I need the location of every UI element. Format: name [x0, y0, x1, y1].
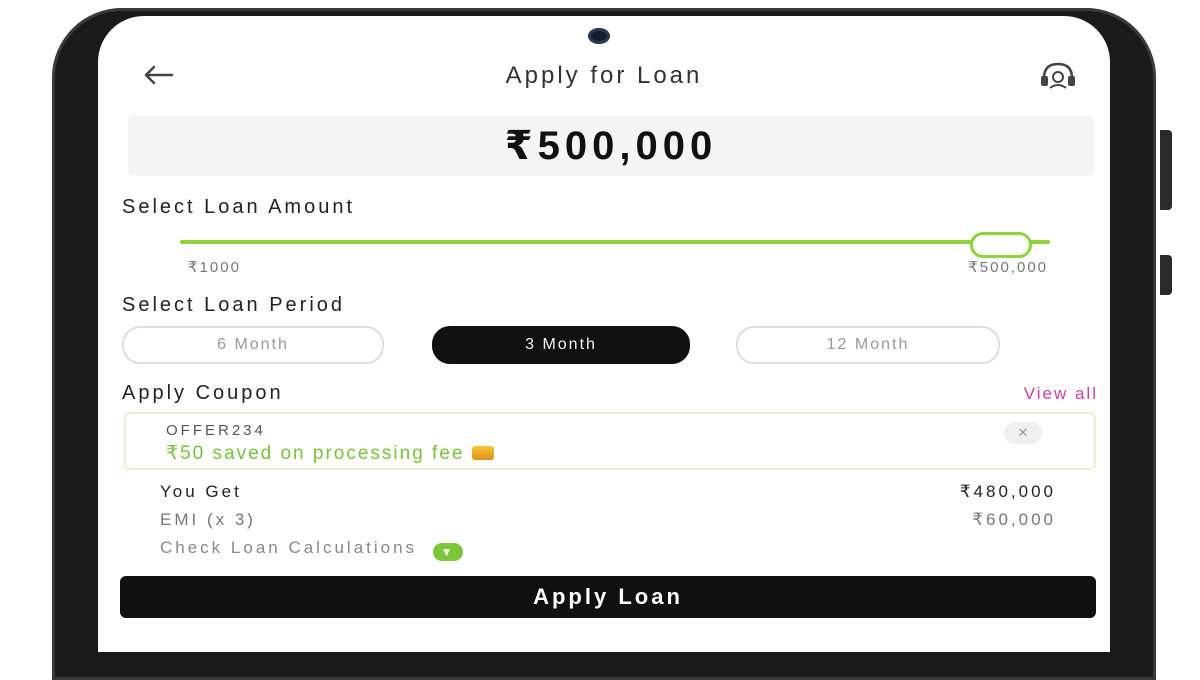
loan-amount-slider-thumb[interactable]	[970, 232, 1032, 258]
coupon-savings-message: ₹50 saved on processing fee	[166, 442, 495, 465]
remove-coupon-button[interactable]: ✕	[1004, 422, 1042, 444]
phone-side-button	[1160, 255, 1172, 295]
emi-value: ₹60,000	[972, 510, 1056, 529]
phone-side-button	[1160, 130, 1172, 210]
period-option-3-month[interactable]: 3 Month	[432, 326, 690, 364]
apply-coupon-label: Apply Coupon	[122, 382, 284, 404]
slider-max-label: ₹500,000	[968, 259, 1048, 276]
apply-loan-button[interactable]: Apply Loan	[120, 576, 1096, 618]
support-agent-icon[interactable]	[1036, 58, 1080, 92]
applied-coupon-card: OFFER234 ₹50 saved on processing fee ✕	[124, 412, 1096, 470]
check-loan-calculations[interactable]: Check Loan Calculations ▼	[160, 538, 464, 561]
loan-amount-display: ₹500,000	[128, 116, 1094, 176]
party-emoji-icon	[472, 446, 495, 460]
period-option-6-month[interactable]: 6 Month	[122, 326, 384, 364]
period-option-12-month[interactable]: 12 Month	[736, 326, 1000, 364]
front-camera-icon	[588, 28, 610, 44]
loan-period-label: Select Loan Period	[122, 294, 346, 316]
chevron-down-icon[interactable]: ▼	[433, 543, 464, 561]
loan-amount-slider[interactable]	[180, 240, 1050, 244]
check-loan-calculations-label[interactable]: Check Loan Calculations	[160, 538, 417, 557]
coupon-code: OFFER234	[166, 422, 266, 439]
view-all-coupons-link[interactable]: View all	[1024, 384, 1098, 404]
top-bar: Apply for Loan	[98, 52, 1110, 98]
page-title: Apply for Loan	[505, 62, 703, 89]
emi-label: EMI (x 3)	[160, 510, 256, 529]
slider-min-label: ₹1000	[188, 259, 241, 276]
coupon-savings-text: ₹50 saved on processing fee	[166, 443, 465, 464]
app-screen: Apply for Loan ₹500,000 Select Loan Amou…	[98, 16, 1110, 652]
loan-amount-label: Select Loan Amount	[122, 196, 356, 218]
you-get-value: ₹480,000	[959, 482, 1056, 501]
you-get-label: You Get	[160, 482, 242, 501]
